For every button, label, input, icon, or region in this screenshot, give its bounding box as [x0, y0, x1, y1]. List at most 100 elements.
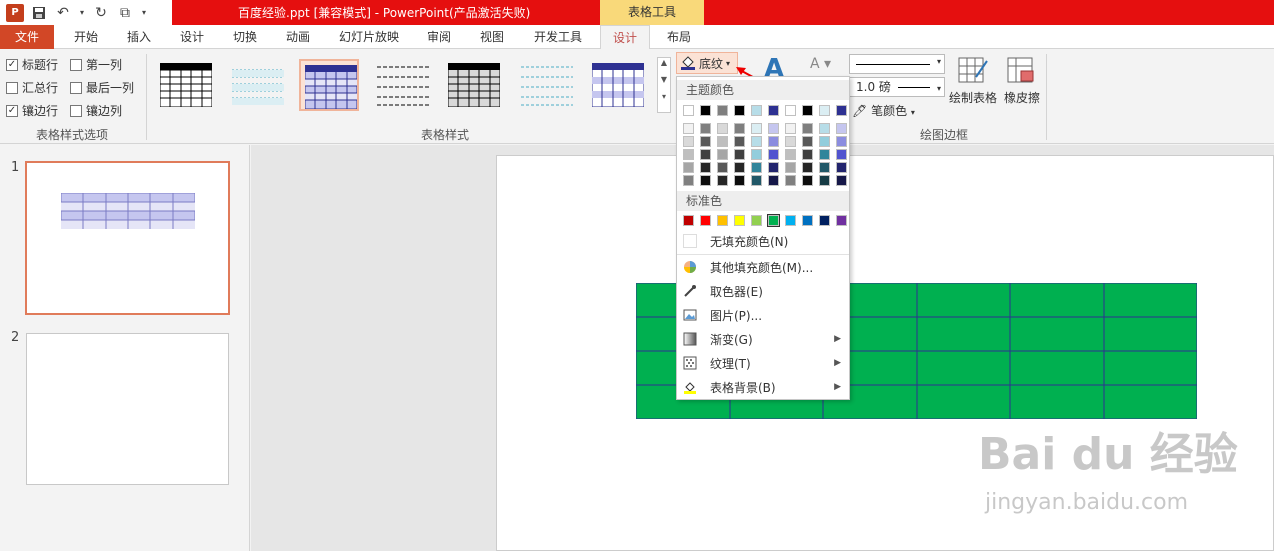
draw-table-button[interactable]: 绘制表格 — [948, 57, 998, 106]
color-swatch[interactable] — [836, 123, 847, 134]
tab-review[interactable]: 审阅 — [415, 25, 463, 49]
checkbox-banded-rows[interactable]: ✓ 镶边行 — [6, 102, 58, 119]
color-swatch[interactable] — [700, 175, 711, 186]
shading-button[interactable]: 底纹 ▾ — [676, 52, 738, 74]
scroll-down-icon[interactable]: ▼ — [658, 75, 670, 84]
table-style-thumb[interactable] — [228, 59, 288, 111]
color-swatch[interactable] — [802, 136, 813, 147]
tab-developer[interactable]: 开发工具 — [524, 25, 592, 49]
checkbox-total-row[interactable]: 汇总行 — [6, 79, 58, 96]
customize-qat-icon[interactable]: ▾ — [140, 4, 148, 22]
tab-view[interactable]: 视图 — [468, 25, 516, 49]
pen-weight-select[interactable]: 1.0 磅 ▾ — [849, 77, 945, 97]
color-swatch[interactable] — [717, 149, 728, 160]
eyedropper-item[interactable]: 取色器(E) — [677, 280, 849, 302]
table-background-item[interactable]: 表格背景(B) ▶ — [677, 376, 849, 398]
color-swatch[interactable] — [785, 105, 796, 116]
no-fill-item[interactable]: 无填充颜色(N) — [677, 230, 849, 252]
color-swatch[interactable] — [683, 105, 694, 116]
color-swatch[interactable] — [734, 105, 745, 116]
color-swatch[interactable] — [836, 215, 847, 226]
color-swatch[interactable] — [785, 215, 796, 226]
color-swatch[interactable] — [683, 162, 694, 173]
slide-thumbnail-2[interactable] — [26, 333, 229, 485]
undo-icon[interactable]: ↶ — [54, 4, 72, 22]
pen-color-button[interactable]: 🖊 笔颜色 ▾ — [852, 102, 915, 119]
color-swatch[interactable] — [751, 136, 762, 147]
color-swatch[interactable] — [717, 123, 728, 134]
gallery-scroll[interactable]: ▲ ▼ ▾ — [657, 57, 671, 113]
color-swatch[interactable] — [785, 175, 796, 186]
color-swatch[interactable] — [768, 175, 779, 186]
save-icon[interactable] — [30, 4, 48, 22]
checkbox-banded-columns[interactable]: 镶边列 — [70, 102, 122, 119]
color-swatch[interactable] — [751, 175, 762, 186]
color-swatch[interactable] — [819, 215, 830, 226]
color-swatch[interactable] — [802, 175, 813, 186]
color-swatch[interactable] — [819, 105, 830, 116]
tab-file[interactable]: 文件 — [0, 25, 54, 49]
color-swatch[interactable] — [734, 123, 745, 134]
checkbox-header-row[interactable]: ✓ 标题行 — [6, 56, 58, 73]
color-swatch[interactable] — [802, 215, 813, 226]
table-style-thumb[interactable] — [588, 59, 648, 111]
color-swatch[interactable] — [802, 149, 813, 160]
color-swatch[interactable] — [751, 105, 762, 116]
color-swatch[interactable] — [836, 136, 847, 147]
color-swatch[interactable] — [717, 105, 728, 116]
slideshow-icon[interactable]: ⧉ — [116, 4, 134, 22]
color-swatch[interactable] — [768, 149, 779, 160]
color-swatch[interactable] — [734, 136, 745, 147]
text-fill-icon[interactable]: A ▾ — [810, 56, 831, 72]
color-swatch[interactable] — [700, 162, 711, 173]
picture-fill-item[interactable]: 图片(P)... — [677, 304, 849, 326]
tab-transitions[interactable]: 切换 — [221, 25, 269, 49]
gallery-more-icon[interactable]: ▾ — [658, 92, 670, 101]
color-swatch[interactable] — [768, 136, 779, 147]
color-swatch[interactable] — [717, 162, 728, 173]
tab-home[interactable]: 开始 — [62, 25, 110, 49]
color-swatch[interactable] — [683, 149, 694, 160]
color-swatch[interactable] — [802, 123, 813, 134]
color-swatch[interactable] — [751, 215, 762, 226]
color-swatch[interactable] — [768, 162, 779, 173]
color-swatch[interactable] — [683, 136, 694, 147]
color-swatch[interactable] — [717, 136, 728, 147]
color-swatch[interactable] — [819, 123, 830, 134]
table-style-thumb[interactable] — [444, 59, 504, 111]
color-swatch[interactable] — [836, 105, 847, 116]
color-swatch[interactable] — [785, 162, 796, 173]
pen-style-select[interactable]: ▾ — [849, 54, 945, 74]
color-swatch[interactable] — [785, 123, 796, 134]
color-swatch[interactable] — [836, 162, 847, 173]
color-swatch[interactable] — [785, 149, 796, 160]
slide-thumbnail-1[interactable] — [25, 161, 230, 315]
tab-layout[interactable]: 布局 — [656, 25, 702, 49]
color-swatch[interactable] — [819, 175, 830, 186]
color-swatch[interactable] — [819, 162, 830, 173]
color-swatch[interactable] — [700, 105, 711, 116]
tab-table-design[interactable]: 设计 — [600, 25, 650, 49]
color-swatch[interactable] — [734, 149, 745, 160]
color-swatch[interactable] — [751, 162, 762, 173]
eraser-button[interactable]: 橡皮擦 — [1002, 57, 1042, 106]
checkbox-last-column[interactable]: 最后一列 — [70, 79, 134, 96]
color-swatch[interactable] — [751, 149, 762, 160]
tab-insert[interactable]: 插入 — [115, 25, 163, 49]
color-swatch[interactable] — [802, 162, 813, 173]
color-swatch[interactable] — [734, 162, 745, 173]
color-swatch[interactable] — [768, 105, 779, 116]
color-swatch[interactable] — [767, 214, 780, 227]
color-swatch[interactable] — [819, 149, 830, 160]
color-swatch[interactable] — [700, 123, 711, 134]
color-swatch[interactable] — [734, 175, 745, 186]
more-fill-colors-item[interactable]: 其他填充颜色(M)... — [677, 256, 849, 278]
color-swatch[interactable] — [836, 175, 847, 186]
color-swatch[interactable] — [734, 215, 745, 226]
color-swatch[interactable] — [785, 136, 796, 147]
color-swatch[interactable] — [700, 149, 711, 160]
color-swatch[interactable] — [700, 215, 711, 226]
checkbox-first-column[interactable]: 第一列 — [70, 56, 122, 73]
color-swatch[interactable] — [683, 175, 694, 186]
table-style-thumb-selected[interactable] — [299, 59, 359, 111]
